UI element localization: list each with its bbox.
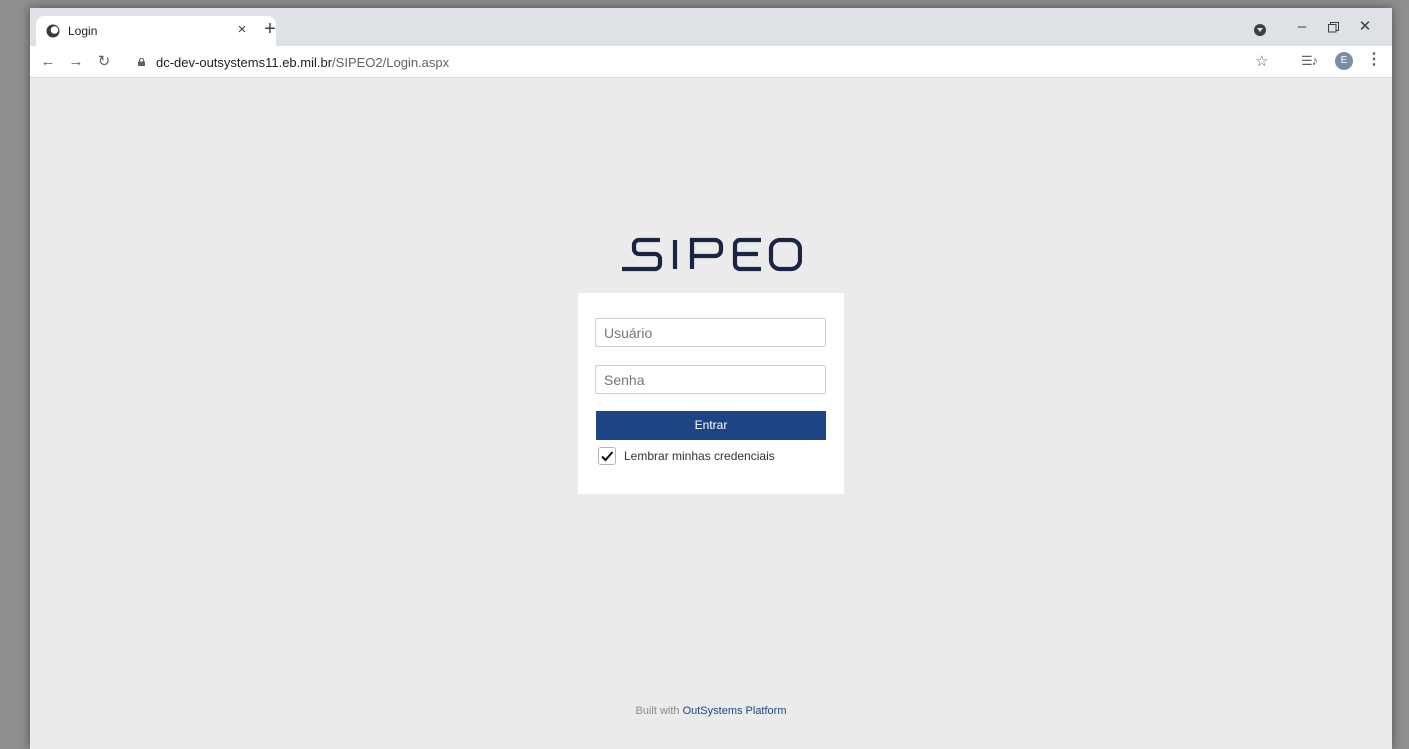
favicon-icon — [46, 24, 60, 38]
menu-icon[interactable]: ⋮ — [1366, 52, 1382, 68]
url-text: dc-dev-outsystems11.eb.mil.br/SIPEO2/Log… — [156, 55, 449, 70]
footer: Built with OutSystems Platform — [30, 705, 1392, 717]
url-path: /SIPEO2/Login.aspx — [332, 55, 450, 70]
remember-checkbox[interactable] — [598, 447, 616, 465]
browser-toolbar: ← → ↻ dc-dev-outsystems11.eb.mil.br/SIPE… — [30, 46, 1392, 78]
username-input[interactable] — [595, 318, 826, 347]
lock-icon — [138, 58, 145, 66]
checkmark-icon — [601, 451, 614, 462]
address-bar[interactable]: dc-dev-outsystems11.eb.mil.br/SIPEO2/Log… — [122, 49, 1270, 75]
password-input[interactable] — [595, 365, 826, 394]
tab-login[interactable]: Login × — [36, 16, 276, 46]
tab-title: Login — [68, 24, 98, 38]
bookmark-star-icon[interactable]: ☆ — [1255, 52, 1268, 70]
media-control-icon[interactable]: ☰♪ — [1301, 53, 1318, 69]
url-host: dc-dev-outsystems11.eb.mil.br — [156, 55, 333, 70]
outsystems-link[interactable]: OutSystems Platform — [683, 705, 787, 717]
sipeo-logo — [622, 237, 802, 272]
tab-strip: Login × + – ✕ — [30, 8, 1392, 46]
reload-icon[interactable]: ↻ — [94, 52, 114, 72]
close-tab-icon[interactable]: × — [234, 21, 250, 39]
footer-prefix: Built with — [635, 705, 680, 717]
close-window-icon[interactable]: ✕ — [1350, 18, 1380, 38]
remember-credentials[interactable]: Lembrar minhas credenciais — [598, 447, 775, 465]
restore-icon[interactable] — [1318, 18, 1348, 38]
minimize-icon[interactable]: – — [1287, 18, 1317, 38]
login-card: Entrar Lembrar minhas credenciais — [578, 293, 844, 494]
forward-icon[interactable]: → — [66, 52, 86, 72]
tab-search-icon[interactable] — [1254, 24, 1266, 36]
remember-label: Lembrar minhas credenciais — [624, 449, 775, 463]
login-button[interactable]: Entrar — [596, 411, 826, 440]
back-icon[interactable]: ← — [38, 52, 58, 72]
browser-window: Login × + – ✕ ← → ↻ dc-dev-outsystems11.… — [30, 8, 1392, 749]
profile-avatar[interactable]: E — [1335, 52, 1353, 70]
new-tab-icon[interactable]: + — [260, 19, 280, 40]
login-page: Entrar Lembrar minhas credenciais Built … — [30, 79, 1392, 749]
